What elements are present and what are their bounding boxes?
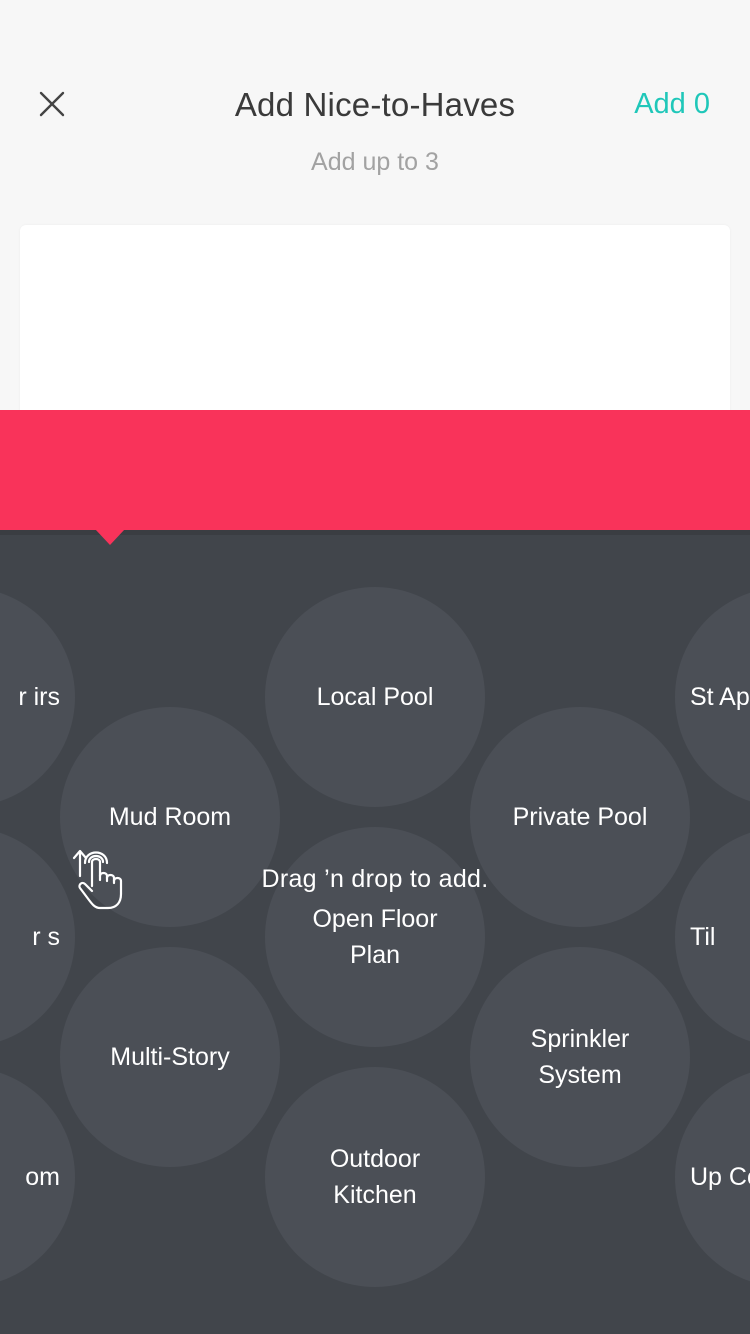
bubble-private-pool[interactable]: Private Pool xyxy=(470,707,690,927)
bubble-label: Sprinkler System xyxy=(530,1025,630,1089)
banner-text: Drag ’n drop to add. xyxy=(261,865,489,893)
bubble-label: Up Cou xyxy=(690,1163,750,1191)
bubble-label: Private Pool xyxy=(512,803,648,831)
bubble-outdoor-kitchen[interactable]: Outdoor Kitchen xyxy=(265,1067,485,1287)
drop-zone[interactable] xyxy=(20,225,730,425)
bubble-open-floor-plan[interactable]: Open Floor Plan xyxy=(265,827,485,1047)
bubble-multi-story[interactable]: Multi-Story xyxy=(60,947,280,1167)
bubble-label: r s xyxy=(32,923,60,951)
bubble-sprinkler-system[interactable]: Sprinkler System xyxy=(470,947,690,1167)
bubble-clipped-right-1[interactable]: St Ap xyxy=(675,587,750,807)
bubble-label: Til xyxy=(690,923,716,951)
bubble-clipped-right-2[interactable]: Til xyxy=(675,827,750,1047)
bubble-label: om xyxy=(25,1163,60,1191)
header: Add Nice-to-Haves Add up to 3 Add 0 xyxy=(0,0,750,225)
bubble-label: Mud Room xyxy=(108,803,232,831)
bubble-panel: Local Pool Open Floor Plan Outdoor Kitch… xyxy=(0,530,750,1334)
bubble-clipped-left-1[interactable]: r irs xyxy=(0,587,75,807)
banner-pointer xyxy=(95,529,125,545)
instruction-banner: Drag ’n drop to add. xyxy=(0,410,750,910)
bubble-label: Multi-Story xyxy=(110,1043,230,1071)
bubble-label: Local Pool xyxy=(316,683,434,711)
bubble-label: Open Floor Plan xyxy=(312,905,438,969)
bubble-label: r irs xyxy=(18,683,60,711)
bubble-local-pool[interactable]: Local Pool xyxy=(265,587,485,807)
bubble-clipped-right-3[interactable]: Up Cou xyxy=(675,1067,750,1287)
bubble-label: Outdoor Kitchen xyxy=(329,1145,421,1209)
bubble-clipped-left-3[interactable]: om xyxy=(0,1067,75,1287)
bubble-clipped-left-2[interactable]: r s xyxy=(0,827,75,1047)
bubble-label: St Ap xyxy=(690,683,750,711)
page-subtitle: Add up to 3 xyxy=(311,148,439,176)
add-button[interactable]: Add 0 xyxy=(634,88,710,121)
